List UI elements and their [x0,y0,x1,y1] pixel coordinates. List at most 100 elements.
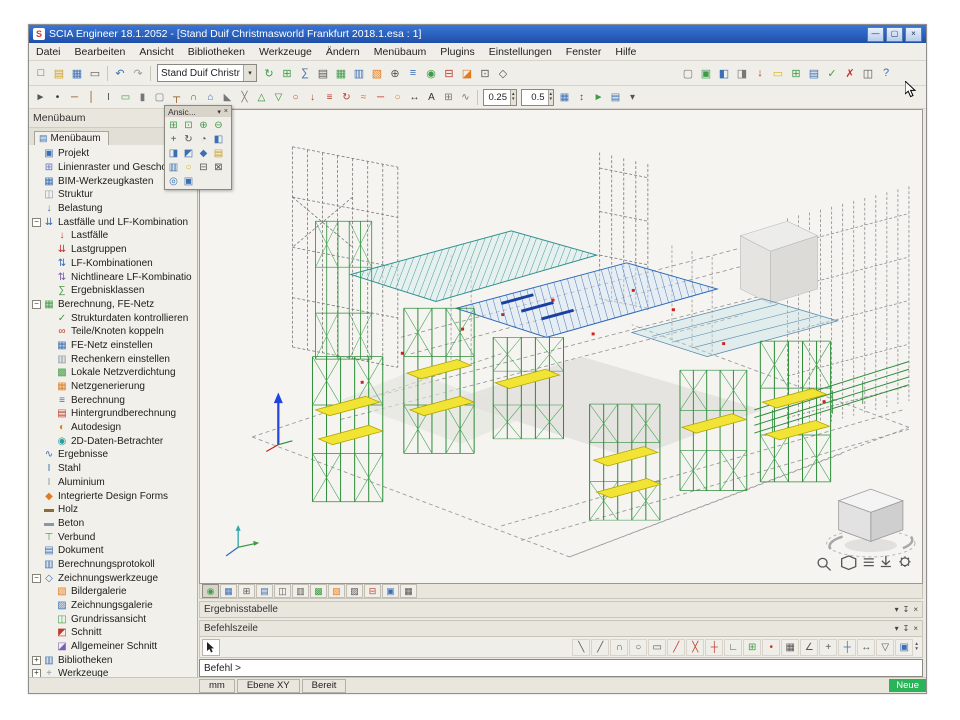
command-scroll[interactable]: ▴▾ [913,642,920,653]
tree-item[interactable]: ⇅ Nichtlineare LF-Kombinatio [29,270,197,284]
draw-line-icon[interactable]: ╲ [572,639,590,656]
spinner-arrows[interactable]: ▴▾ [510,90,516,105]
grid-toggle-icon[interactable]: ⊞ [787,65,805,82]
selection-arrow-icon[interactable]: ► [32,89,49,105]
snap-grid-icon[interactable]: ⊞ [743,639,761,656]
tree-item[interactable]: ↓ Lastfälle [29,229,197,243]
view-side-icon[interactable]: ◨ [166,146,181,160]
tree-item[interactable]: + + Werkzeuge [29,667,197,677]
dimension-icon[interactable]: ↔ [406,89,423,105]
snap-orthogonal-icon[interactable]: ∟ [724,639,742,656]
redo-icon[interactable]: ↷ [129,65,147,82]
view-manager-icon[interactable]: ◉ [202,584,219,598]
cross-section-icon[interactable]: I [100,89,117,105]
temperature-load-icon[interactable]: ≈ [355,89,372,105]
view-palette-header[interactable]: Ansic... ▾ × [165,106,231,117]
tree-item[interactable]: ◫ Struktur [29,188,197,202]
layer-manager-icon[interactable]: ▤ [805,65,823,82]
section-icon[interactable]: ⊟ [440,65,458,82]
title-bar[interactable]: S SCIA Engineer 18.1.2052 - [Stand Duif … [29,25,926,43]
result-display-icon[interactable]: ▦ [556,89,573,105]
report-icon[interactable]: ▤ [314,65,332,82]
opening-icon[interactable]: ▢ [151,89,168,105]
label-display-icon[interactable]: ▭ [769,65,787,82]
tree-item[interactable]: − ⇊ Lastfälle und LF-Kombination [29,215,197,229]
ergebnisstabelle-panel-header[interactable]: Ergebnisstabelle ▾ ↧ × [199,601,923,618]
tree-item[interactable]: ∑ Ergebnisklassen [29,284,197,298]
axes-icon[interactable]: ⊞ [238,584,255,598]
zoom-extents-icon[interactable]: ⊡ [476,65,494,82]
project-combo[interactable]: Stand Duif Christr ▾ [157,64,257,82]
hinge-icon[interactable]: ○ [287,89,304,105]
solid-icon[interactable]: ◨ [733,65,751,82]
tree-item[interactable]: ∞ Teile/Knoten koppeln [29,325,197,339]
accept-icon[interactable]: ✓ [823,65,841,82]
tree-item[interactable]: + ▥ Bibliotheken [29,653,197,667]
undo-icon[interactable]: ↶ [111,65,129,82]
units-status[interactable]: mm [199,679,235,693]
view-front-icon[interactable]: ◧ [211,132,226,146]
tracking-icon[interactable]: + [819,639,837,656]
tree-item[interactable]: ↓ Belastung [29,202,197,216]
tree-item[interactable]: − ◇ Zeichnungswerkzeuge [29,571,197,585]
befehlszeile-panel-header[interactable]: Befehlszeile ▾ ↧ × [199,620,923,637]
support-icon[interactable]: ▽ [270,89,287,105]
chevron-down-icon[interactable]: ▾ [895,605,899,614]
snap-intersection-icon[interactable]: ┼ [705,639,723,656]
close-button[interactable]: × [905,27,922,42]
view-palette[interactable]: Ansic... ▾ × ⊞⊡⊕⊖+↻◔◧◨◩◆▤▥○⊟⊠◎▣ [164,105,232,190]
tree-item[interactable]: ≡ Berechnung [29,393,197,407]
menu-item[interactable]: Einstellungen [482,46,559,58]
calculation-icon[interactable]: ⊞ [278,65,296,82]
menu-item[interactable]: Datei [29,46,68,58]
snap-endpoint-icon[interactable]: ╱ [667,639,685,656]
labels-tab-icon[interactable]: ▧ [328,584,345,598]
open-view-icon[interactable]: ▤ [211,146,226,160]
tree-item[interactable]: ◫ Grundrissansicht [29,612,197,626]
pin-icon[interactable]: ↧ [903,624,910,633]
new-file-icon[interactable]: □ [32,65,50,82]
tree-item[interactable]: ▬ Holz [29,503,197,517]
tree-item[interactable]: I Stahl [29,462,197,476]
tree-item[interactable]: − ▦ Berechnung, FE-Netz [29,298,197,312]
tree-expand-toggle[interactable]: − [32,574,41,583]
tree-item[interactable]: I Aluminium [29,476,197,490]
circle-marker-icon[interactable]: ○ [389,89,406,105]
minimize-button[interactable]: — [867,27,884,42]
view-top-icon[interactable]: ◩ [181,146,196,160]
draw-circle-icon[interactable]: ○ [629,639,647,656]
close-icon[interactable]: × [913,605,918,614]
tree-expand-toggle[interactable]: + [32,669,41,677]
tree-item[interactable]: ▥ Berechnungsprotokoll [29,558,197,572]
mesh-tab-icon[interactable]: ▦ [400,584,417,598]
save-view-icon[interactable]: ▥ [166,160,181,174]
select-cursor-icon[interactable] [202,639,220,656]
chevron-down-icon[interactable]: ▾ [243,65,256,81]
activity-icon[interactable]: ◪ [458,65,476,82]
tree-item[interactable]: ◉ 2D-Daten-Betrachter [29,434,197,448]
zoom-in-icon[interactable]: ⊕ [196,118,211,132]
plate-icon[interactable]: ▭ [117,89,134,105]
surface-icon[interactable]: ◧ [715,65,733,82]
scale-2-input[interactable]: 0.5 ▴▾ [521,89,555,106]
tree-item[interactable]: ▬ Beton [29,517,197,531]
catalog-block-icon[interactable]: ⌂ [202,89,219,105]
refresh-icon[interactable]: ↻ [260,65,278,82]
model-viewport[interactable] [199,109,923,584]
gallery-icon[interactable]: ▧ [368,65,386,82]
column-icon[interactable]: │ [83,89,100,105]
filter-icon[interactable]: ▽ [876,639,894,656]
pan-icon[interactable]: + [166,132,181,146]
cross-bracing-icon[interactable]: ╳ [236,89,253,105]
zoom-out-icon[interactable]: ⊖ [211,118,226,132]
arc-beam-icon[interactable]: ∩ [185,89,202,105]
tree-item[interactable]: ∿ Ergebnisse [29,448,197,462]
animation-icon[interactable]: ► [590,89,607,105]
menu-item[interactable]: Bibliotheken [181,46,252,58]
view-settings-icon[interactable]: ▣ [181,174,196,188]
layers-tab-icon[interactable]: ▤ [256,584,273,598]
previous-view-icon[interactable]: ◔ [196,132,211,146]
tree-expand-toggle[interactable]: − [32,300,41,309]
draw-arc-icon[interactable]: ∩ [610,639,628,656]
command-input[interactable]: Befehl > [199,659,923,677]
